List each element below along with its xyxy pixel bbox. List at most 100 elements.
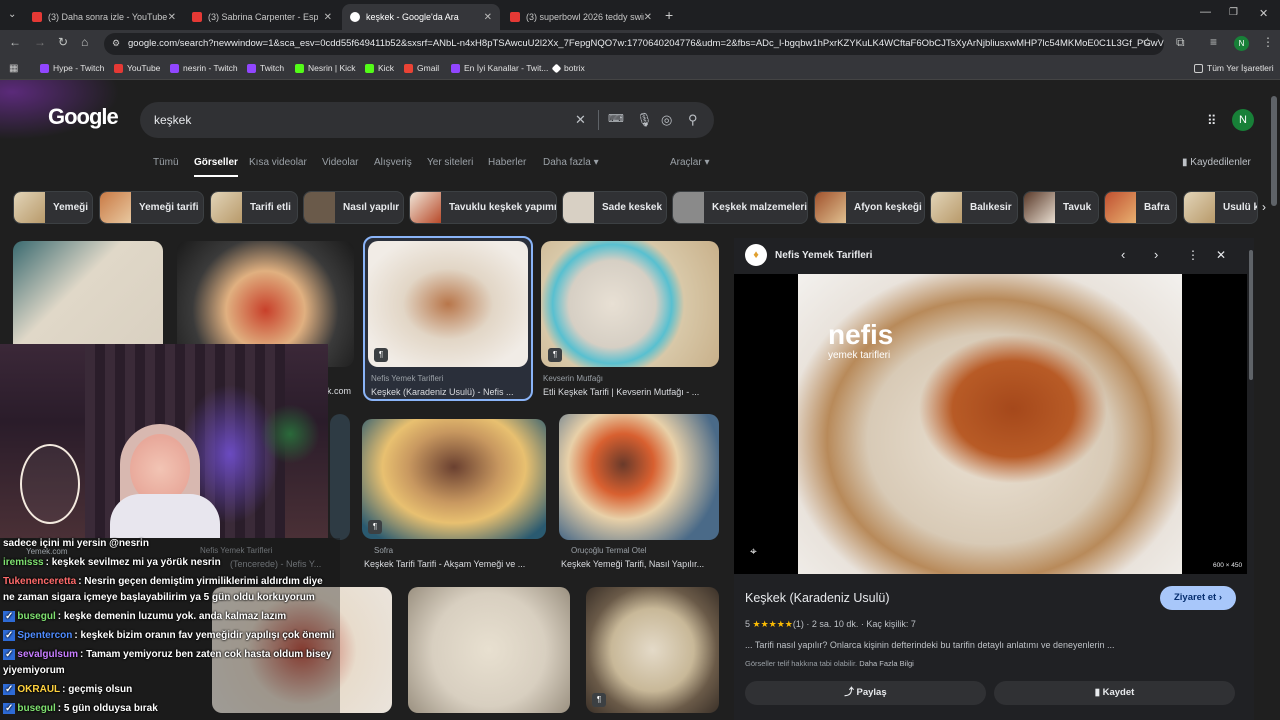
learn-more-link[interactable]: Daha Fazla Bilgi	[859, 659, 914, 668]
site-info-icon[interactable]: ⚙	[112, 38, 120, 49]
google-apps-icon[interactable]: ⠿	[1207, 113, 1217, 129]
panel-scrollbar[interactable]	[1249, 250, 1253, 380]
microphone-icon[interactable]: 🎙	[636, 112, 653, 128]
bookmark-gmail[interactable]: Gmail	[404, 63, 439, 73]
tools-button[interactable]: Araçlar ▾	[670, 157, 710, 168]
close-icon[interactable]: ✕	[168, 12, 176, 23]
profile-avatar[interactable]: N	[1234, 36, 1249, 51]
result-image-5[interactable]	[330, 414, 350, 540]
tab-search-icon[interactable]: ⌄	[8, 9, 16, 20]
chip-balikesir[interactable]: Balıkesir	[930, 191, 1018, 224]
chip-usulu[interactable]: Usulü k	[1183, 191, 1258, 224]
address-bar[interactable]: google.com/search?newwindow=1&sca_esv=0c…	[104, 33, 1164, 55]
all-bookmarks[interactable]: Tüm Yer İşaretleri	[1194, 63, 1274, 73]
bookmark-star-icon[interactable]: ☆	[1142, 35, 1153, 49]
chat-message: iremisss: keşkek sevilmez mi ya yörük ne…	[3, 557, 221, 568]
tab-shopping[interactable]: Alışveriş	[374, 157, 412, 168]
preview-site-name[interactable]: Nefis Yemek Tarifleri	[775, 250, 872, 261]
share-button[interactable]: ⤴ Paylaş	[745, 681, 986, 705]
chip-sade[interactable]: Sade keskek	[562, 191, 667, 224]
chip-afyon[interactable]: Afyon keşkeği	[814, 191, 925, 224]
preview-image[interactable]: nefis yemek tarifleri	[798, 274, 1182, 574]
lens-icon[interactable]: ◎	[661, 112, 672, 128]
tab-youtube-superbowl[interactable]: (3) superbowl 2026 teddy swim ✕	[502, 4, 660, 30]
close-icon[interactable]: ✕	[324, 12, 332, 23]
preview-title[interactable]: Keşkek (Karadeniz Usulü)	[745, 591, 890, 605]
chat-message: ne zaman sigara içmeye başlayabilirim ya…	[3, 592, 315, 603]
chip-tavuk[interactable]: Tavuk	[1023, 191, 1099, 224]
chip-nasil-yapilir[interactable]: Nasıl yapılır	[303, 191, 404, 224]
forward-icon[interactable]: →	[34, 35, 46, 49]
previous-icon[interactable]: ‹	[1121, 247, 1125, 262]
bookmark-nesrin-twitch[interactable]: nesrin - Twitch	[170, 63, 238, 73]
result-caption[interactable]: Keşkek Tarifi Tarifi - Akşam Yemeği ve .…	[364, 559, 548, 569]
minimize-icon[interactable]: —	[1200, 6, 1211, 18]
extensions-icon[interactable]: ⧉	[1176, 35, 1185, 50]
result-image-10[interactable]	[586, 587, 719, 713]
chip-yemegi-tarifi[interactable]: Yemeği tarifi	[99, 191, 204, 224]
result-image-9[interactable]	[408, 587, 570, 713]
home-icon[interactable]: ⌂	[81, 35, 88, 49]
saved-button[interactable]: ▮ Kaydedilenler	[1182, 157, 1251, 168]
youtube-icon	[192, 12, 202, 22]
tab-youtube-later[interactable]: (3) Daha sonra izle - YouTube ✕	[24, 4, 184, 30]
chip-yemegi[interactable]: Yemeği	[13, 191, 93, 224]
tab-all[interactable]: Tümü	[153, 157, 179, 168]
tab-short-videos[interactable]: Kısa videolar	[249, 157, 307, 168]
tab-more[interactable]: Daha fazla ▾	[543, 157, 599, 168]
chip-malzemeleri[interactable]: Keşkek malzemeleri	[672, 191, 808, 224]
tab-google-search[interactable]: keşkek - Google'da Ara ✕	[342, 4, 500, 30]
media-icon[interactable]: ≡	[1210, 35, 1217, 49]
tab-images[interactable]: Görseller	[194, 157, 238, 177]
more-options-icon[interactable]: ⋮	[1187, 248, 1199, 262]
chip-bafra[interactable]: Bafra	[1104, 191, 1177, 224]
visit-button[interactable]: Ziyaret et ›	[1160, 586, 1236, 610]
tab-places[interactable]: Yer siteleri	[427, 157, 473, 168]
result-image-7[interactable]	[559, 414, 719, 540]
chat-message: ✓ OKRAUL: geçmiş olsun	[3, 684, 133, 695]
account-avatar[interactable]: N	[1232, 109, 1254, 131]
next-icon[interactable]: ›	[1154, 247, 1158, 262]
result-image-4[interactable]	[541, 241, 719, 367]
result-caption[interactable]: Keşkek Yemeği Tarifi, Nasıl Yapılır...	[561, 559, 721, 569]
clear-icon[interactable]: ✕	[575, 112, 586, 128]
tab-news[interactable]: Haberler	[488, 157, 526, 168]
result-caption[interactable]: Keşkek (Karadeniz Usulü) - Nefis ...	[371, 387, 529, 397]
bookmark-botrix[interactable]: botrix	[551, 63, 585, 73]
bookmark-nesrin-kick[interactable]: Nesrin | Kick	[295, 63, 356, 73]
close-icon[interactable]: ✕	[484, 12, 492, 23]
window-close-icon[interactable]: ✕	[1259, 7, 1268, 20]
search-icon[interactable]: ⚲	[688, 112, 698, 128]
bookmark-hype-twitch[interactable]: Hype - Twitch	[40, 63, 104, 73]
bookmark-top-channels[interactable]: En İyi Kanallar - Twit...	[451, 63, 548, 73]
close-preview-icon[interactable]: ✕	[1216, 248, 1226, 262]
scroll-right-icon[interactable]: ›	[1262, 200, 1266, 214]
page-scrollbar[interactable]	[1271, 96, 1277, 206]
tab-videos[interactable]: Videolar	[322, 157, 359, 168]
bookmark-twitch[interactable]: Twitch	[247, 63, 284, 73]
lens-search-icon[interactable]: ⌖	[750, 544, 757, 559]
reload-icon[interactable]: ↻	[58, 35, 68, 49]
search-input[interactable]: keşkek	[140, 102, 714, 138]
youtube-icon	[32, 12, 42, 22]
maximize-icon[interactable]: ❐	[1229, 7, 1238, 18]
result-caption[interactable]: Etli Keşkek Tarifi | Kevserin Mutfağı - …	[543, 387, 719, 397]
result-caption[interactable]: k.com	[327, 386, 351, 396]
chip-tarifi-etli[interactable]: Tarifi etli	[210, 191, 298, 224]
keyboard-icon[interactable]: ⌨	[608, 112, 624, 125]
chat-message: ✓ busegul: keşke demenin luzumu yok. anda…	[3, 611, 287, 622]
plant	[260, 404, 320, 464]
chip-tavuklu[interactable]: Tavuklu keşkek yapımı	[409, 191, 557, 224]
google-logo[interactable]: Google	[48, 104, 119, 130]
bookmark-youtube[interactable]: YouTube	[114, 63, 160, 73]
apps-icon[interactable]: ▦	[9, 63, 18, 74]
menu-icon[interactable]: ⋮	[1262, 35, 1274, 49]
bookmark-kick[interactable]: Kick	[365, 63, 394, 73]
new-tab-button[interactable]: +	[665, 7, 673, 23]
result-image-3-photo[interactable]	[368, 241, 528, 367]
tab-youtube-espresso[interactable]: (3) Sabrina Carpenter - Espresso✕	[184, 4, 340, 30]
close-icon[interactable]: ✕	[644, 12, 652, 23]
save-button[interactable]: ▮ Kaydet	[994, 681, 1235, 705]
back-icon[interactable]: ←	[9, 35, 21, 49]
result-image-6[interactable]	[362, 419, 546, 539]
